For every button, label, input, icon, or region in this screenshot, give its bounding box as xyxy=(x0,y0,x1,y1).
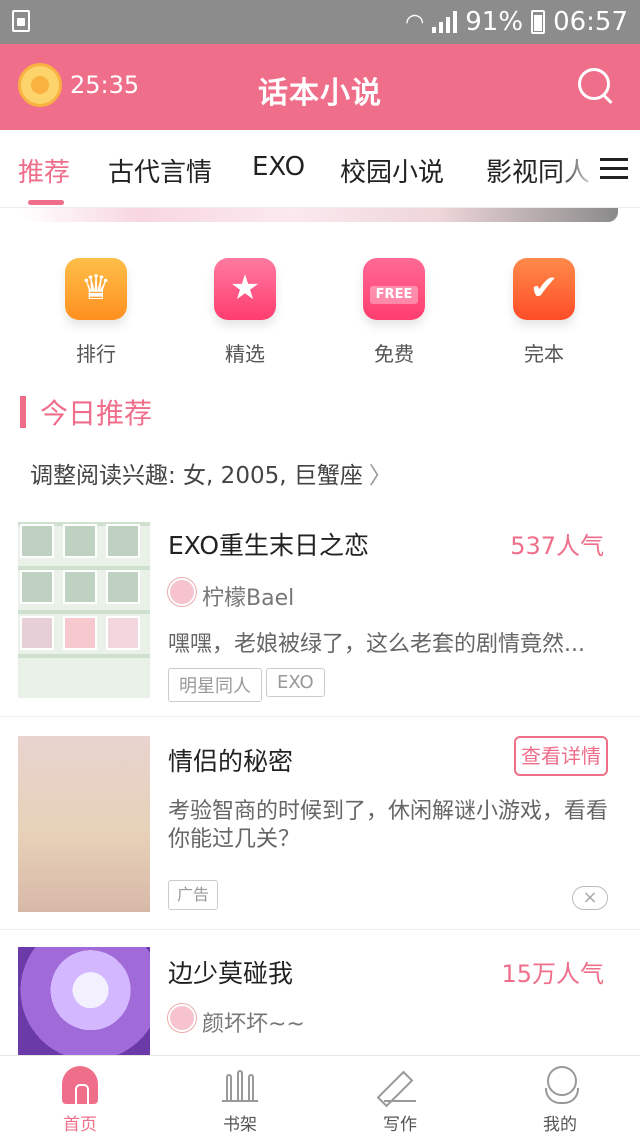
book-title[interactable]: EXO重生末日之恋 xyxy=(168,526,369,562)
free-badge: FREE xyxy=(370,286,418,304)
trophy-icon: ♛ xyxy=(65,258,127,320)
author-name[interactable]: 颜坏坏~~ xyxy=(202,1006,305,1038)
star-icon: ★ xyxy=(214,258,276,320)
view-details-button[interactable]: 查看详情 xyxy=(514,736,608,776)
list-divider xyxy=(0,716,640,717)
signal-icon xyxy=(432,11,458,33)
popularity-count: 15万人气 xyxy=(501,960,604,988)
nav-profile[interactable]: 我的 xyxy=(510,1066,610,1135)
active-tab-indicator xyxy=(28,200,64,205)
quick-link-free[interactable]: FREE 免费 xyxy=(344,258,444,367)
menu-icon[interactable] xyxy=(600,158,628,180)
battery-icon xyxy=(531,10,546,34)
quick-link-ranking[interactable]: ♛ 排行 xyxy=(46,258,146,367)
nav-label: 写作 xyxy=(383,1115,417,1135)
recycle-notification-icon xyxy=(12,10,30,32)
nav-label: 首页 xyxy=(63,1115,97,1135)
ad-image[interactable] xyxy=(18,736,150,912)
app-title: 话本小说 xyxy=(258,76,382,111)
avatar xyxy=(168,1004,196,1032)
book-cover[interactable] xyxy=(18,522,150,698)
book-cover[interactable] xyxy=(18,947,150,1055)
popularity-count: 537人气 xyxy=(510,532,604,560)
check-icon: ✔ xyxy=(513,258,575,320)
reading-preference-text: 调整阅读兴趣: 女, 2005, 巨蟹座 xyxy=(30,463,363,489)
nav-home[interactable]: 首页 xyxy=(30,1066,130,1135)
tabs-fade xyxy=(558,130,598,206)
ad-label: 广告 xyxy=(168,880,218,910)
bottom-navigation: 首页 书架 写作 我的 xyxy=(0,1055,640,1138)
nav-label: 书架 xyxy=(223,1115,257,1135)
author-name[interactable]: 柠檬Bael xyxy=(202,580,294,612)
user-icon xyxy=(542,1066,579,1104)
app-header: 25:35 话本小说 xyxy=(0,44,640,130)
pencil-icon xyxy=(382,1066,418,1104)
clock: 06:57 xyxy=(553,7,628,37)
reading-preference-link[interactable]: 调整阅读兴趣: 女, 2005, 巨蟹座〉 xyxy=(30,456,392,490)
book-tag[interactable]: EXO xyxy=(266,668,325,697)
nav-label: 我的 xyxy=(543,1115,577,1135)
chevron-right-icon: 〉 xyxy=(368,463,392,489)
tab-recommend[interactable]: 推荐 xyxy=(18,152,70,189)
home-icon xyxy=(62,1066,98,1106)
quick-link-completed[interactable]: ✔ 完本 xyxy=(494,258,594,367)
list-divider xyxy=(0,929,640,930)
ad-title[interactable]: 情侣的秘密 xyxy=(168,742,293,778)
book-tag[interactable]: 明星同人 xyxy=(168,668,262,702)
book-description: 嘿嘿，老娘被绿了，这么老套的剧情竟然... xyxy=(168,632,585,657)
quick-link-label: 免费 xyxy=(374,342,414,366)
nav-write[interactable]: 写作 xyxy=(350,1066,450,1135)
bookshelf-icon xyxy=(222,1066,258,1104)
section-title: 今日推荐 xyxy=(40,397,153,430)
section-accent-bar xyxy=(20,396,26,428)
banner-carousel[interactable] xyxy=(20,208,618,222)
quick-link-label: 排行 xyxy=(76,342,116,366)
free-icon: FREE xyxy=(363,258,425,320)
quick-link-label: 精选 xyxy=(225,342,265,366)
quick-link-featured[interactable]: ★ 精选 xyxy=(195,258,295,367)
book-title[interactable]: 边少莫碰我 xyxy=(168,954,293,990)
wifi-icon: ◠ xyxy=(405,9,425,35)
status-bar: ◠ 91% 06:57 xyxy=(0,0,640,44)
nav-bookshelf[interactable]: 书架 xyxy=(190,1066,290,1135)
ad-description: 考验智商的时候到了，休闲解谜小游戏，看看你能过几关？ xyxy=(168,799,609,852)
tab-exo[interactable]: EXO xyxy=(252,152,305,182)
category-tabs: 推荐 古代言情 EXO 校园小说 影视同人 xyxy=(0,130,640,208)
search-icon[interactable] xyxy=(578,68,614,104)
avatar xyxy=(168,578,196,606)
battery-percent: 91% xyxy=(465,7,524,37)
quick-link-label: 完本 xyxy=(524,342,564,366)
tab-ancient-romance[interactable]: 古代言情 xyxy=(108,152,212,189)
close-icon[interactable]: × xyxy=(572,886,608,910)
tab-campus[interactable]: 校园小说 xyxy=(340,152,444,189)
